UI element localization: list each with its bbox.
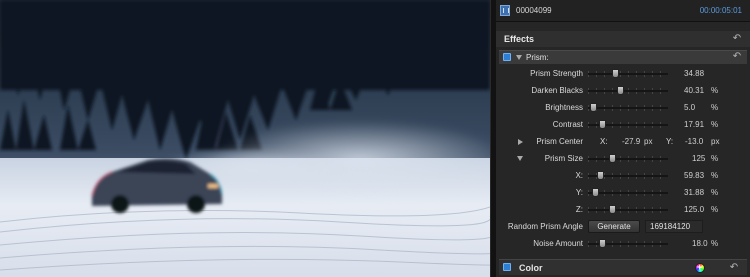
param-label: Random Prism Angle <box>507 222 583 231</box>
inspector-panel: 00004099 00:00:05:01 Effects ↶ Prism: ↶ … <box>496 0 750 277</box>
slider-knob[interactable] <box>599 239 606 248</box>
generate-button[interactable]: Generate <box>588 220 640 233</box>
slider-knob[interactable] <box>609 154 616 163</box>
size-x-slider[interactable] <box>588 171 668 180</box>
param-prism-size: Prism Size 125 % <box>496 151 750 167</box>
slider-knob[interactable] <box>599 120 606 129</box>
color-reset-icon[interactable]: ↶ <box>729 263 739 273</box>
param-unit: % <box>711 205 719 214</box>
clip-name: 00004099 <box>516 6 552 15</box>
disclosure-triangle-icon[interactable] <box>517 156 523 161</box>
param-noise-amount: Noise Amount 18.0 % <box>496 236 750 252</box>
center-y-value[interactable]: -13.0 <box>685 137 703 146</box>
prism-label: Prism: <box>526 53 549 62</box>
slider-knob[interactable] <box>617 86 624 95</box>
slider-knob[interactable] <box>612 69 619 78</box>
param-unit: % <box>711 171 719 180</box>
prism-reset-icon[interactable]: ↶ <box>732 52 742 62</box>
video-frame <box>0 0 490 277</box>
param-value[interactable]: 125.0 <box>684 205 704 214</box>
center-y-unit: px <box>711 137 720 146</box>
param-label: Prism Center <box>536 137 583 146</box>
param-unit: % <box>711 188 719 197</box>
param-label: Prism Size <box>544 154 583 163</box>
prism-effect-header[interactable]: Prism: ↶ <box>499 50 747 64</box>
param-label: Prism Strength <box>530 69 583 78</box>
param-size-z: Z: 125.0 % <box>496 202 750 218</box>
center-x-value[interactable]: -27.9 <box>622 137 640 146</box>
param-label: Brightness <box>545 103 583 112</box>
clip-timecode: 00:00:05:01 <box>699 6 742 15</box>
seed-field[interactable]: 169184120 <box>645 220 703 233</box>
param-prism-strength: Prism Strength 34.88 <box>496 66 750 82</box>
slider-knob[interactable] <box>590 103 597 112</box>
param-unit: % <box>711 103 719 112</box>
video-viewer[interactable] <box>0 0 490 277</box>
prism-strength-slider[interactable] <box>588 69 668 78</box>
param-label: Darken Blacks <box>531 86 583 95</box>
param-label: Noise Amount <box>533 239 583 248</box>
param-value[interactable]: 18.0 <box>692 239 708 248</box>
param-brightness: Brightness 5.0 % <box>496 100 750 116</box>
color-enable-checkbox[interactable] <box>503 263 511 271</box>
color-wheel-icon[interactable] <box>695 262 705 273</box>
param-value[interactable]: 17.91 <box>684 120 704 129</box>
disclosure-triangle-icon[interactable] <box>518 139 523 145</box>
center-x-label: X: <box>600 137 608 146</box>
param-unit: % <box>711 120 719 129</box>
prism-size-slider[interactable] <box>588 154 668 163</box>
param-label: X: <box>575 171 583 180</box>
param-darken-blacks: Darken Blacks 40.31 % <box>496 83 750 99</box>
param-value[interactable]: 40.31 <box>684 86 704 95</box>
param-size-y: Y: 31.88 % <box>496 185 750 201</box>
param-label: Contrast <box>552 120 583 129</box>
clip-header: 00004099 00:00:05:01 <box>496 0 750 22</box>
contrast-slider[interactable] <box>588 120 668 129</box>
param-value[interactable]: 5.0 <box>684 103 695 112</box>
clip-icon <box>500 5 510 16</box>
param-label: Y: <box>575 188 583 197</box>
effects-section-header[interactable]: Effects ↶ <box>496 31 750 47</box>
param-size-x: X: 59.83 % <box>496 168 750 184</box>
param-prism-center: Prism Center X: -27.9 px Y: -13.0 px <box>496 134 750 150</box>
size-z-slider[interactable] <box>588 205 668 214</box>
reset-icon[interactable]: ↶ <box>732 34 742 44</box>
noise-amount-slider[interactable] <box>588 239 668 248</box>
param-value[interactable]: 59.83 <box>684 171 704 180</box>
color-effect-header[interactable]: Color ↶ <box>499 259 747 275</box>
color-label: Color <box>519 263 543 273</box>
param-label: Z: <box>575 205 583 214</box>
disclosure-triangle-icon[interactable] <box>516 55 522 60</box>
param-contrast: Contrast 17.91 % <box>496 117 750 133</box>
darken-blacks-slider[interactable] <box>588 86 668 95</box>
size-y-slider[interactable] <box>588 188 668 197</box>
param-unit: % <box>711 239 719 248</box>
param-unit: % <box>711 86 719 95</box>
center-x-unit: px <box>644 137 653 146</box>
slider-knob[interactable] <box>592 188 599 197</box>
brightness-slider[interactable] <box>588 103 668 112</box>
param-value[interactable]: 125 <box>692 154 705 163</box>
effects-title: Effects <box>504 34 535 44</box>
slider-knob[interactable] <box>609 205 616 214</box>
center-y-label: Y: <box>666 137 674 146</box>
param-random-prism-angle: Random Prism Angle Generate 169184120 <box>496 219 750 235</box>
param-value[interactable]: 31.88 <box>684 188 704 197</box>
param-unit: % <box>711 154 719 163</box>
prism-enable-checkbox[interactable] <box>503 53 511 61</box>
slider-knob[interactable] <box>597 171 604 180</box>
param-value[interactable]: 34.88 <box>684 69 704 78</box>
